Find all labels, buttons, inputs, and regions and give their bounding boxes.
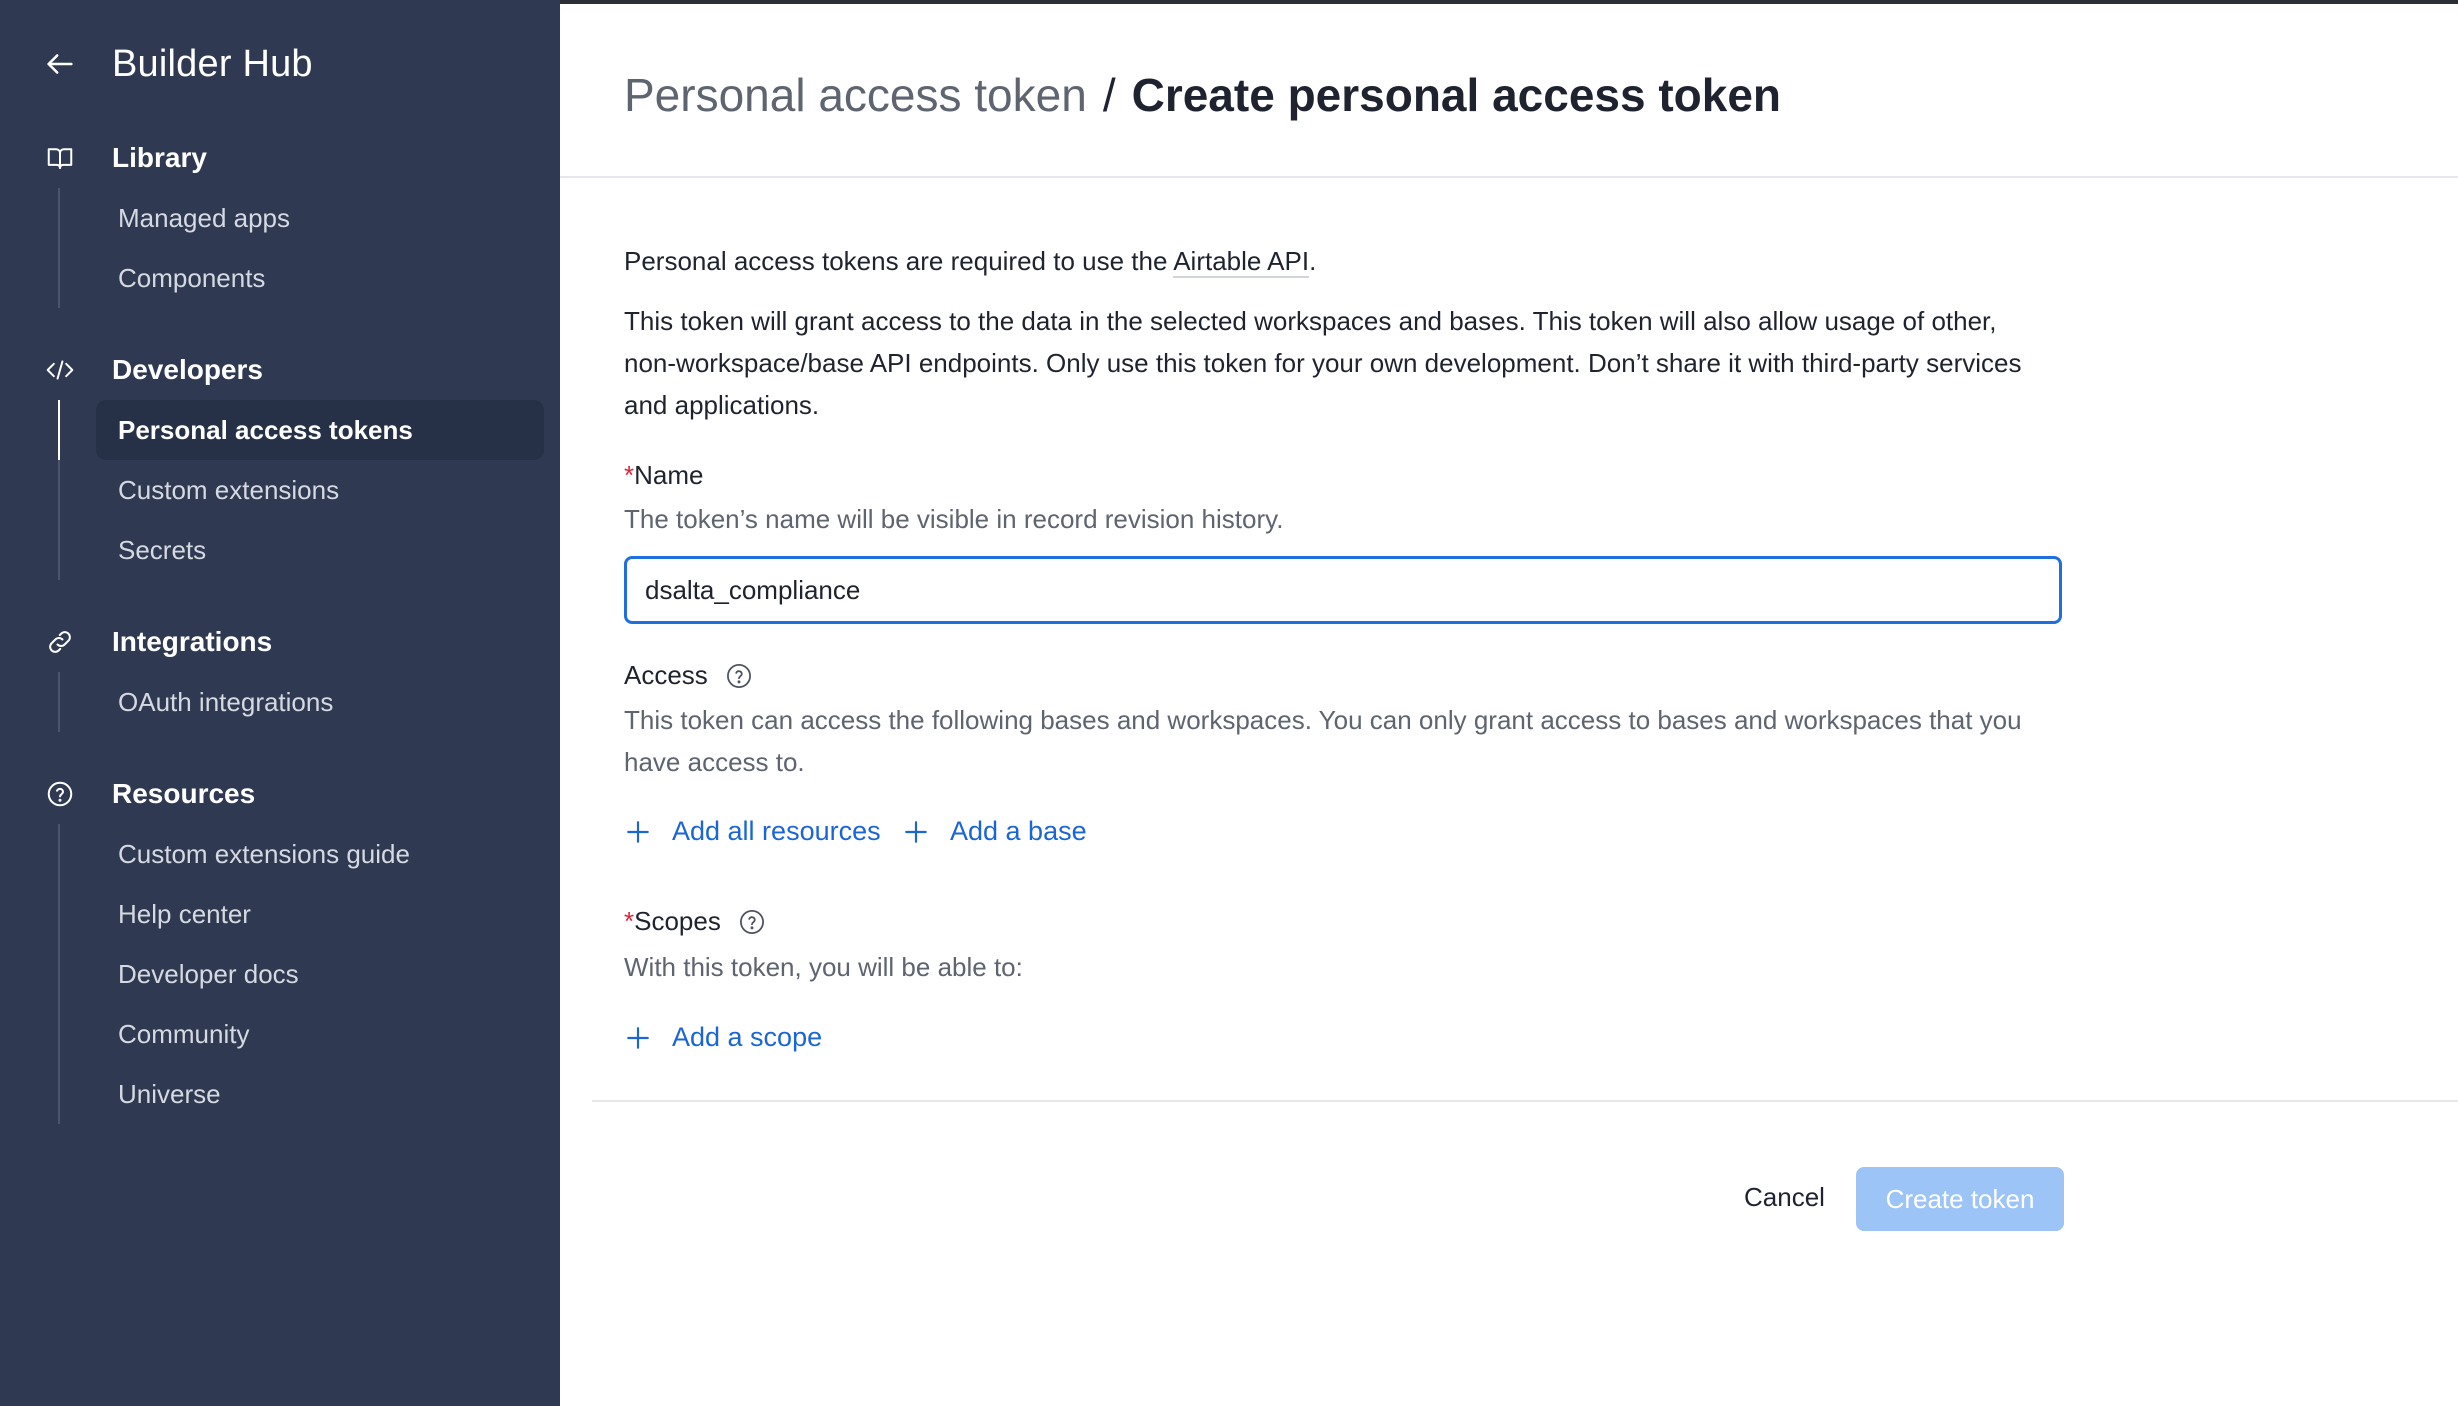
- required-mark: *: [624, 460, 635, 490]
- sidebar-section-label: Integrations: [112, 626, 273, 657]
- intro-period: .: [1309, 246, 1317, 276]
- add-a-base-label: Add a base: [950, 816, 1087, 846]
- breadcrumb-parent-link[interactable]: Personal access token: [624, 68, 1087, 122]
- add-all-resources-label: Add all resources: [672, 816, 881, 846]
- sidebar-item-developer-docs[interactable]: Developer docs: [96, 944, 544, 1004]
- intro-line: Personal access tokens are required to u…: [624, 240, 2064, 282]
- add-a-base-button[interactable]: Add a base: [902, 816, 1087, 847]
- add-a-scope-label: Add a scope: [672, 1022, 823, 1052]
- sidebar-section-header[interactable]: Integrations: [0, 620, 560, 664]
- plus-icon: [902, 818, 930, 846]
- access-label-text: Access: [624, 660, 708, 690]
- intro-text: Personal access tokens are required to u…: [624, 246, 1174, 276]
- add-a-scope-button[interactable]: Add a scope: [624, 1022, 822, 1053]
- question-circle-icon[interactable]: [724, 661, 754, 691]
- sidebar: Builder Hub Library Managed apps Compone…: [0, 0, 560, 1406]
- required-mark: *: [624, 906, 635, 936]
- sidebar-header: Builder Hub: [40, 38, 313, 90]
- sidebar-item-personal-access-tokens[interactable]: Personal access tokens: [96, 400, 544, 460]
- add-all-resources-button[interactable]: Add all resources: [624, 816, 881, 847]
- cancel-button[interactable]: Cancel: [1732, 1164, 1837, 1230]
- name-help-text: The token’s name will be visible in reco…: [624, 504, 1284, 534]
- scopes-help-text: With this token, you will be able to:: [624, 952, 1023, 982]
- sidebar-section-header[interactable]: Library: [0, 136, 560, 180]
- main-content: Personal access token / Create personal …: [560, 0, 2458, 1406]
- sidebar-item-components[interactable]: Components: [96, 248, 544, 308]
- link-icon: [40, 622, 80, 662]
- plus-icon: [624, 1024, 652, 1052]
- sidebar-item-oauth-integrations[interactable]: OAuth integrations: [96, 672, 544, 732]
- active-indicator: [58, 400, 60, 460]
- access-label: Access: [624, 660, 754, 691]
- back-arrow-icon[interactable]: [40, 44, 80, 84]
- sidebar-item-help-center[interactable]: Help center: [96, 884, 544, 944]
- page-header: Personal access token / Create personal …: [560, 4, 2458, 178]
- token-name-input[interactable]: [624, 556, 2062, 624]
- sidebar-item-list: Custom extensions guide Help center Deve…: [58, 824, 560, 1124]
- sidebar-section-header[interactable]: Developers: [0, 348, 560, 392]
- airtable-api-link[interactable]: Airtable API: [1173, 246, 1310, 278]
- code-icon: [40, 350, 80, 390]
- breadcrumb-separator: /: [1102, 69, 1116, 121]
- name-label-text: Name: [634, 460, 704, 490]
- sidebar-section-resources: Resources Custom extensions guide Help c…: [0, 772, 560, 1124]
- app-title: Builder Hub: [112, 42, 313, 85]
- token-form: Personal access tokens are required to u…: [624, 240, 2064, 1052]
- sidebar-section-developers: Developers Personal access tokens Custom…: [0, 348, 560, 580]
- sidebar-section-label: Developers: [112, 354, 263, 385]
- sidebar-section-integrations: Integrations OAuth integrations: [0, 620, 560, 732]
- sidebar-section-label: Library: [112, 142, 207, 173]
- sidebar-item-secrets[interactable]: Secrets: [96, 520, 544, 580]
- help-circle-icon: [40, 774, 80, 814]
- breadcrumb: Personal access token / Create personal …: [624, 68, 1781, 122]
- page-title: Create personal access token: [1131, 69, 1782, 121]
- footer-divider: [592, 1100, 2458, 1102]
- sidebar-item-list: OAuth integrations: [58, 672, 560, 732]
- intro-description: This token will grant access to the data…: [624, 306, 2022, 420]
- sidebar-item-universe[interactable]: Universe: [96, 1064, 544, 1124]
- sidebar-item-list: Personal access tokens Custom extensions…: [58, 400, 560, 580]
- sidebar-item-managed-apps[interactable]: Managed apps: [96, 188, 544, 248]
- book-icon: [40, 138, 80, 178]
- sidebar-section-label: Resources: [112, 778, 256, 809]
- name-label: * Name: [624, 460, 703, 491]
- sidebar-item-community[interactable]: Community: [96, 1004, 544, 1064]
- sidebar-item-custom-extensions[interactable]: Custom extensions: [96, 460, 544, 520]
- create-token-button[interactable]: Create token: [1856, 1167, 2064, 1231]
- sidebar-section-library: Library Managed apps Components: [0, 136, 560, 308]
- scopes-label-text: Scopes: [634, 906, 721, 936]
- question-circle-icon[interactable]: [737, 907, 767, 937]
- scopes-label: * Scopes: [624, 906, 767, 937]
- sidebar-section-header[interactable]: Resources: [0, 772, 560, 816]
- sidebar-item-custom-extensions-guide[interactable]: Custom extensions guide: [96, 824, 544, 884]
- sidebar-item-list: Managed apps Components: [58, 188, 560, 308]
- plus-icon: [624, 818, 652, 846]
- access-help-text: This token can access the following base…: [624, 705, 2022, 777]
